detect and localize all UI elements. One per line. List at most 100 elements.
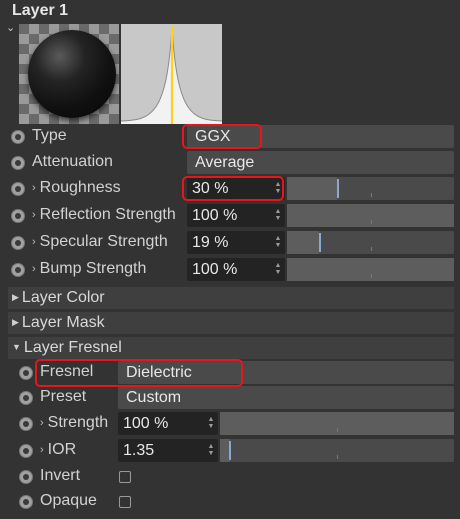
fresnel-row: Fresnel Dielectric xyxy=(0,361,460,385)
animate-radio-icon[interactable] xyxy=(11,156,25,170)
animate-radio-icon[interactable] xyxy=(19,495,33,509)
fresnel-strength-value: 100 % xyxy=(123,415,169,432)
animate-radio-icon[interactable] xyxy=(11,236,25,250)
type-row: Type GGX xyxy=(0,125,460,149)
chevron-right-icon[interactable]: › xyxy=(32,263,36,275)
ior-value: 1.35 xyxy=(123,442,155,459)
roughness-slider[interactable] xyxy=(287,177,454,200)
opaque-label: Opaque xyxy=(40,492,97,509)
panel-title: Layer 1 xyxy=(12,2,69,19)
bump-strength-label: › Bump Strength xyxy=(32,260,146,278)
reflection-strength-label: › Reflection Strength xyxy=(32,206,176,224)
animate-radio-icon[interactable] xyxy=(19,391,33,405)
bump-strength-input[interactable]: 100 % ▲ ▼ xyxy=(187,258,285,281)
specular-strength-row: › Specular Strength 19 % ▲ ▼ xyxy=(0,231,460,255)
ior-label: › IOR xyxy=(40,441,76,459)
bump-strength-value: 100 % xyxy=(192,261,238,278)
section-layer-mask[interactable]: ▶ Layer Mask xyxy=(8,312,454,334)
slider-midmark xyxy=(337,455,338,459)
section-layer-color-label: Layer Color xyxy=(21,289,105,306)
chevron-right-icon[interactable]: › xyxy=(32,236,36,248)
section-layer-fresnel[interactable]: ▼ Layer Fresnel xyxy=(8,337,454,359)
animate-radio-icon[interactable] xyxy=(11,130,25,144)
curve-graph xyxy=(121,25,222,124)
slider-handle[interactable] xyxy=(229,441,231,460)
slider-midmark xyxy=(370,274,372,278)
chevron-right-icon[interactable]: › xyxy=(40,417,44,429)
section-layer-color[interactable]: ▶ Layer Color xyxy=(8,287,454,309)
up-down-arrows-icon[interactable]: ▲ ▼ xyxy=(207,416,215,431)
animate-radio-icon[interactable] xyxy=(19,470,33,484)
roughness-row: › Roughness 30 % ▲ ▼ xyxy=(0,177,460,201)
triangle-right-icon: ▶ xyxy=(12,292,19,302)
specular-strength-input[interactable]: 19 % ▲ ▼ xyxy=(187,231,285,254)
roughness-input[interactable]: 30 % ▲ ▼ xyxy=(187,177,285,200)
fresnel-strength-label-text: Strength xyxy=(47,414,109,431)
specular-strength-slider[interactable] xyxy=(287,231,454,254)
invert-row: Invert xyxy=(0,465,460,489)
preset-row: Preset Custom xyxy=(0,386,460,410)
reflection-strength-label-text: Reflection Strength xyxy=(39,206,176,223)
animate-radio-icon[interactable] xyxy=(19,444,33,458)
chevron-right-icon[interactable]: › xyxy=(32,182,36,194)
ior-row: › IOR 1.35 ▲ ▼ xyxy=(0,439,460,463)
specular-strength-label-text: Specular Strength xyxy=(39,233,168,250)
attenuation-row: Attenuation Average xyxy=(0,151,460,175)
ior-slider[interactable] xyxy=(220,439,454,462)
up-down-arrows-icon[interactable]: ▲ ▼ xyxy=(274,262,282,277)
up-down-arrows-icon[interactable]: ▲ ▼ xyxy=(274,181,282,196)
slider-midmark xyxy=(370,220,372,224)
animate-radio-icon[interactable] xyxy=(11,182,25,196)
reflection-strength-input[interactable]: 100 % ▲ ▼ xyxy=(187,204,285,227)
up-down-arrows-icon[interactable]: ▲ ▼ xyxy=(274,208,282,223)
fresnel-strength-row: › Strength 100 % ▲ ▼ xyxy=(0,412,460,436)
reflection-strength-value: 100 % xyxy=(192,207,238,224)
roughness-label: › Roughness xyxy=(32,179,121,197)
roughness-label-text: Roughness xyxy=(39,179,121,196)
slider-handle[interactable] xyxy=(337,179,339,198)
bump-strength-slider[interactable] xyxy=(287,258,454,281)
slider-midmark xyxy=(370,193,372,197)
specular-strength-value: 19 % xyxy=(192,234,229,251)
slider-midmark xyxy=(337,428,338,432)
chevron-right-icon[interactable]: › xyxy=(32,209,36,221)
invert-checkbox[interactable] xyxy=(119,471,131,483)
material-preview xyxy=(19,24,119,124)
slider-handle[interactable] xyxy=(319,233,321,252)
slider-fill xyxy=(287,177,337,200)
slider-midmark xyxy=(370,247,372,251)
up-down-arrows-icon[interactable]: ▲ ▼ xyxy=(274,235,282,250)
animate-radio-icon[interactable] xyxy=(11,209,25,223)
reflection-strength-row: › Reflection Strength 100 % ▲ ▼ xyxy=(0,204,460,228)
fresnel-label: Fresnel xyxy=(40,363,94,380)
up-down-arrows-icon[interactable]: ▲ ▼ xyxy=(207,443,215,458)
section-layer-fresnel-label: Layer Fresnel xyxy=(23,339,122,356)
ior-label-text: IOR xyxy=(47,441,77,458)
roughness-value: 30 % xyxy=(192,180,229,197)
preset-dropdown[interactable]: Custom xyxy=(118,386,454,409)
opaque-checkbox[interactable] xyxy=(119,496,131,508)
chevron-down-icon[interactable]: ⌄ xyxy=(6,22,15,34)
type-dropdown[interactable]: GGX xyxy=(187,125,454,148)
animate-radio-icon[interactable] xyxy=(19,417,33,431)
fresnel-dropdown[interactable]: Dielectric xyxy=(118,361,454,384)
slider-fill xyxy=(287,231,319,254)
opaque-row: Opaque xyxy=(0,490,460,514)
bump-strength-label-text: Bump Strength xyxy=(39,260,147,277)
sphere-preview-icon xyxy=(28,30,116,118)
attenuation-dropdown[interactable]: Average xyxy=(187,151,454,174)
fresnel-strength-slider[interactable] xyxy=(220,412,454,435)
reflection-strength-slider[interactable] xyxy=(287,204,454,227)
preset-label: Preset xyxy=(40,388,87,405)
invert-label: Invert xyxy=(40,467,81,484)
animate-radio-icon[interactable] xyxy=(11,263,25,277)
fresnel-strength-label: › Strength xyxy=(40,414,108,432)
fresnel-strength-input[interactable]: 100 % ▲ ▼ xyxy=(118,412,218,435)
section-layer-mask-label: Layer Mask xyxy=(21,314,105,331)
triangle-right-icon: ▶ xyxy=(12,317,19,327)
animate-radio-icon[interactable] xyxy=(19,366,33,380)
specular-strength-label: › Specular Strength xyxy=(32,233,168,251)
specular-curve-preview xyxy=(121,24,222,124)
chevron-right-icon[interactable]: › xyxy=(40,444,44,456)
ior-input[interactable]: 1.35 ▲ ▼ xyxy=(118,439,218,462)
